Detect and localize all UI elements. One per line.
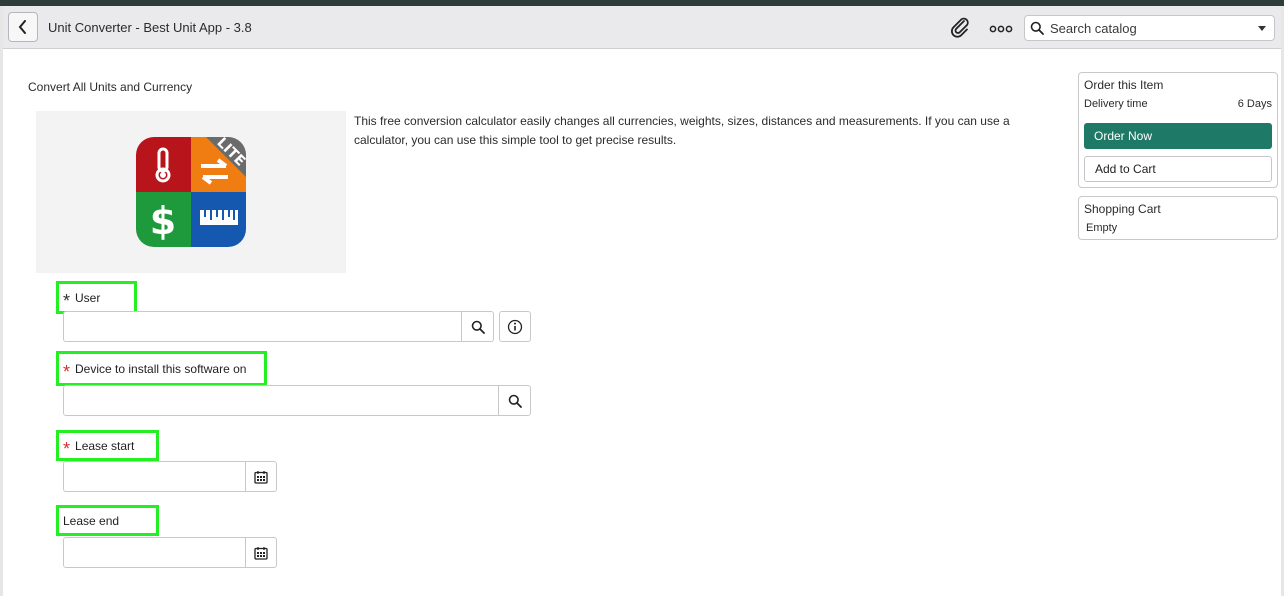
catalog-item-heading: Convert All Units and Currency	[28, 80, 193, 94]
shopping-cart-title: Shopping Cart	[1084, 202, 1161, 216]
lease-end-input[interactable]	[63, 537, 247, 568]
search-icon	[1030, 21, 1044, 35]
info-icon	[507, 319, 523, 334]
device-label-text: Device to install this software on	[75, 361, 247, 376]
item-description: This free conversion calculator easily c…	[354, 114, 1010, 147]
device-input[interactable]	[63, 385, 500, 416]
order-panel: Order this Item Delivery time 6 Days Ord…	[1078, 72, 1278, 188]
svg-text:$: $	[150, 199, 176, 243]
user-label: * User	[56, 281, 137, 314]
header-bar: Unit Converter - Best Unit App - 3.8 Sea…	[3, 6, 1281, 49]
paperclip-icon[interactable]	[949, 16, 971, 38]
device-lookup-button[interactable]	[498, 385, 531, 416]
lease-start-input[interactable]	[63, 461, 247, 492]
lease-end-label-text: Lease end	[63, 513, 120, 528]
lease-start-label-text: Lease start	[75, 438, 135, 453]
user-label-text: User	[75, 290, 101, 305]
lease-start-label: * Lease start	[56, 430, 159, 461]
search-icon	[471, 320, 485, 334]
order-panel-title: Order this Item	[1084, 78, 1164, 92]
left-edge	[0, 6, 3, 596]
chevron-left-icon	[18, 20, 26, 34]
search-icon	[508, 394, 522, 408]
order-now-button[interactable]: Order Now	[1084, 123, 1272, 149]
lease-end-calendar-button[interactable]	[245, 537, 277, 568]
required-marker: *	[63, 290, 71, 311]
catalog-search[interactable]: Search catalog	[1024, 15, 1275, 41]
more-icon[interactable]	[989, 25, 1013, 33]
device-label: * Device to install this software on	[56, 351, 267, 386]
app-image: $ LITE	[36, 111, 346, 273]
user-lookup-button[interactable]	[461, 311, 494, 342]
user-input[interactable]	[63, 311, 463, 342]
search-placeholder: Search catalog	[1050, 21, 1137, 36]
calendar-icon	[254, 546, 268, 560]
shopping-cart-panel: Shopping Cart Empty	[1078, 196, 1278, 240]
delivery-time-label: Delivery time	[1084, 98, 1148, 110]
lease-end-label: Lease end	[56, 505, 159, 536]
shopping-cart-status: Empty	[1086, 222, 1118, 234]
delivery-time-value: 6 Days	[1237, 98, 1272, 110]
required-marker: *	[63, 361, 71, 382]
app-logo-icon: $ LITE	[136, 135, 248, 247]
lease-start-calendar-button[interactable]	[245, 461, 277, 492]
back-button[interactable]	[8, 12, 38, 42]
calendar-icon	[254, 470, 268, 484]
user-info-button[interactable]	[499, 311, 531, 342]
caret-down-icon[interactable]	[1258, 26, 1266, 31]
add-to-cart-button[interactable]: Add to Cart	[1084, 156, 1272, 182]
required-marker: *	[63, 438, 71, 459]
page-title: Unit Converter - Best Unit App - 3.8	[48, 20, 252, 35]
